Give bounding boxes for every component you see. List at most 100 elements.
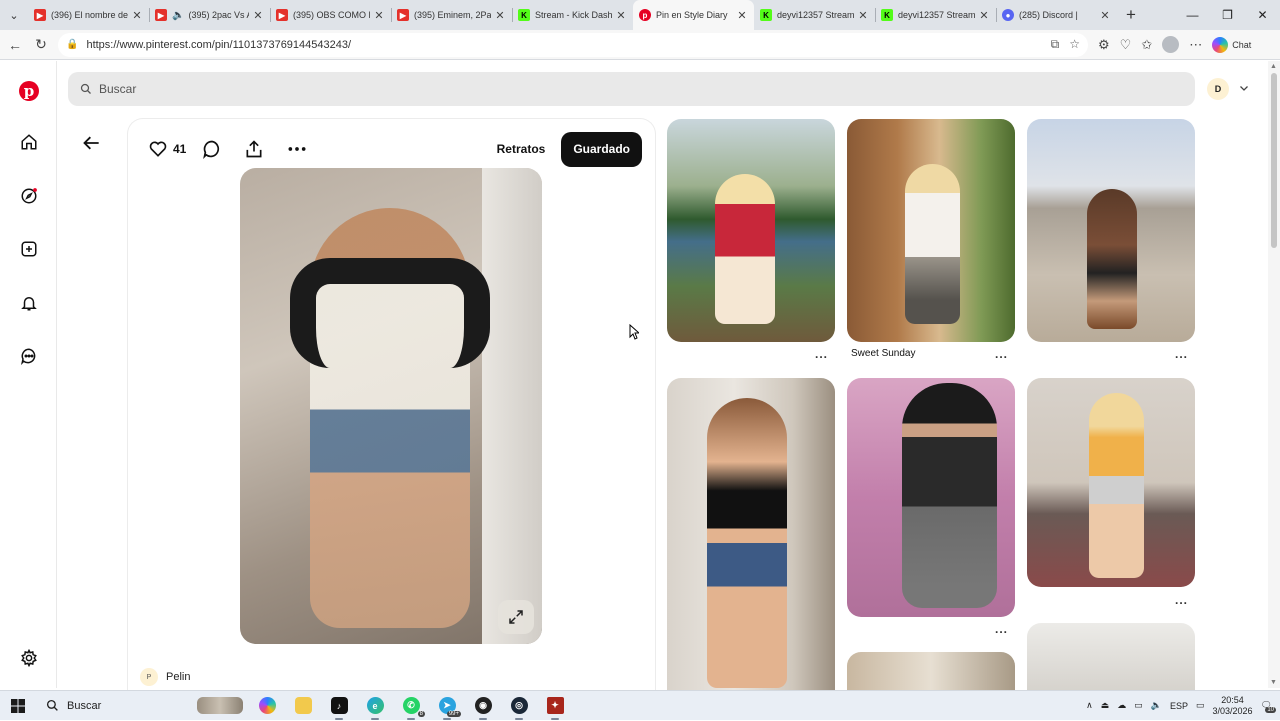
copilot-button[interactable]: Chat [1212, 36, 1251, 53]
browser-tab[interactable]: ▶ 🔈 (395) 2pac Vs A ✕ [149, 0, 270, 30]
saved-button[interactable]: Guardado [561, 131, 642, 167]
browser-tab[interactable]: ▶ (395) Eminem, 2Pac ✕ [391, 0, 512, 30]
comment-icon[interactable] [202, 134, 222, 164]
expand-icon[interactable] [498, 600, 534, 634]
pin-author[interactable]: P Pelin [140, 668, 190, 686]
related-pin[interactable] [1027, 378, 1195, 587]
scroll-thumb[interactable] [1271, 73, 1277, 248]
related-pin-more-icon[interactable]: ... [1175, 593, 1188, 607]
youtube-icon: ▶ [276, 9, 288, 21]
dota-icon[interactable]: ✦ [537, 691, 573, 721]
speaker-icon[interactable]: 🔈 [172, 10, 184, 21]
scroll-up-icon[interactable]: ▲ [1270, 63, 1277, 70]
lock-icon[interactable]: 🔒 [66, 39, 78, 50]
board-selector[interactable]: Retratos [497, 142, 546, 156]
tray-overflow-icon[interactable]: ∧ [1086, 700, 1093, 711]
address-bar[interactable]: 🔒 https://www.pinterest.com/pin/11013737… [58, 32, 1088, 57]
tiktok-icon[interactable]: ♪ [321, 691, 357, 721]
restore-icon[interactable]: ❐ [1210, 0, 1245, 30]
related-pin[interactable] [1027, 119, 1195, 342]
more-options-icon[interactable] [286, 134, 308, 164]
chevron-down-icon[interactable] [1238, 82, 1250, 94]
copilot-app-icon[interactable] [249, 691, 285, 721]
reload-icon[interactable]: ↻ [28, 32, 54, 58]
browser-tab[interactable]: K deyvi12357 Stream ✕ [875, 0, 996, 30]
tab-close-icon[interactable]: ✕ [736, 9, 748, 22]
tab-actions-menu[interactable]: ⌄ [0, 0, 28, 30]
browser-tab[interactable]: ● (285) Discord | ✕ [996, 0, 1117, 30]
notifications-icon[interactable] [17, 291, 41, 315]
telegram-icon[interactable]: ➤ 99+ [429, 691, 465, 721]
network-icon[interactable]: ▭ [1134, 700, 1143, 711]
scroll-down-icon[interactable]: ▼ [1270, 679, 1277, 686]
pinterest-sidebar: p [0, 61, 57, 688]
pin-image-person [1089, 393, 1144, 578]
obs-icon[interactable]: ◉ [465, 691, 501, 721]
back-arrow-icon[interactable] [80, 131, 104, 155]
related-pin-more-icon[interactable]: ... [995, 347, 1008, 361]
browser-essentials-icon[interactable]: ♡ [1120, 37, 1132, 53]
clock-date: 3/03/2026 [1212, 705, 1253, 716]
windows-start-icon[interactable] [0, 691, 36, 721]
tab-close-icon[interactable]: ✕ [857, 9, 869, 22]
tab-close-icon[interactable]: ✕ [131, 9, 143, 22]
tab-close-icon[interactable]: ✕ [1099, 9, 1111, 22]
related-pin[interactable] [1027, 623, 1195, 690]
settings-icon[interactable] [17, 646, 41, 670]
volume-icon[interactable]: 🔈 [1151, 700, 1162, 711]
file-explorer-icon[interactable] [285, 691, 321, 721]
pin-detail-card: 41 Retratos Guardado P Pelin [127, 118, 656, 690]
favorite-star-icon[interactable]: ☆ [1069, 37, 1080, 52]
clock[interactable]: 20:54 3/03/2026 [1213, 695, 1253, 717]
heart-icon[interactable] [148, 134, 168, 164]
tab-close-icon[interactable]: ✕ [494, 9, 506, 22]
browser-tab[interactable]: K deyvi12357 Stream ✕ [754, 0, 875, 30]
browser-tab[interactable]: ▶ (396) El nombre de ✕ [28, 0, 149, 30]
related-pin[interactable] [667, 378, 835, 690]
notifications-center-icon[interactable]: 🗨 10 [1261, 700, 1276, 713]
news-widget-icon[interactable] [191, 691, 249, 721]
cloud-icon[interactable]: ☁ [1117, 700, 1126, 711]
new-tab-button[interactable]: + [1117, 0, 1145, 30]
related-pin[interactable] [847, 378, 1015, 617]
related-pin[interactable] [847, 119, 1015, 342]
extensions-icon[interactable]: ⚙ [1098, 37, 1110, 53]
back-icon[interactable]: ← [2, 32, 28, 58]
pinterest-search-bar[interactable]: Buscar [68, 72, 1195, 106]
share-icon[interactable] [244, 134, 264, 164]
browser-tab[interactable]: ▶ (395) OBS COMO E ✕ [270, 0, 391, 30]
more-menu-icon[interactable]: ⋯ [1189, 37, 1202, 53]
whatsapp-icon[interactable]: ✆ 8 [393, 691, 429, 721]
browser-tab[interactable]: K Stream - Kick Dashb ✕ [512, 0, 633, 30]
steam-icon[interactable]: ◎ [501, 691, 537, 721]
related-pin-more-icon[interactable]: ... [995, 622, 1008, 636]
related-pin[interactable] [667, 119, 835, 342]
messages-icon[interactable] [17, 344, 41, 368]
create-icon[interactable] [17, 237, 41, 261]
tab-close-icon[interactable]: ✕ [252, 9, 264, 22]
related-pin[interactable] [847, 652, 1015, 690]
profile-avatar[interactable] [1162, 36, 1180, 53]
taskbar-search[interactable]: Buscar [36, 691, 191, 721]
split-screen-icon[interactable]: ⧉ [1051, 37, 1060, 52]
page-scrollbar[interactable]: ▲ ▼ [1268, 61, 1280, 688]
tab-close-icon[interactable]: ✕ [373, 9, 385, 22]
youtube-icon: ▶ [34, 9, 46, 21]
language-indicator[interactable]: ESP [1170, 701, 1188, 711]
pinterest-logo[interactable]: p [17, 79, 41, 103]
tab-close-icon[interactable]: ✕ [978, 9, 990, 22]
minimize-icon[interactable]: — [1175, 0, 1210, 30]
close-window-icon[interactable]: ✕ [1245, 0, 1280, 30]
favorites-icon[interactable]: ✩ [1141, 37, 1152, 53]
edge-browser-icon[interactable]: e [357, 691, 393, 721]
related-pin-more-icon[interactable]: ... [815, 347, 828, 361]
usb-icon[interactable]: ⏏ [1101, 700, 1110, 711]
explore-icon[interactable] [17, 184, 41, 208]
account-avatar[interactable]: D [1207, 78, 1229, 100]
home-icon[interactable] [17, 130, 41, 154]
tab-title: Pin en Style Diary [656, 10, 728, 20]
related-pin-more-icon[interactable]: ... [1175, 347, 1188, 361]
pin-image[interactable] [240, 168, 542, 644]
browser-tab-active[interactable]: p Pin en Style Diary ✕ [633, 0, 754, 30]
tab-close-icon[interactable]: ✕ [615, 9, 627, 22]
